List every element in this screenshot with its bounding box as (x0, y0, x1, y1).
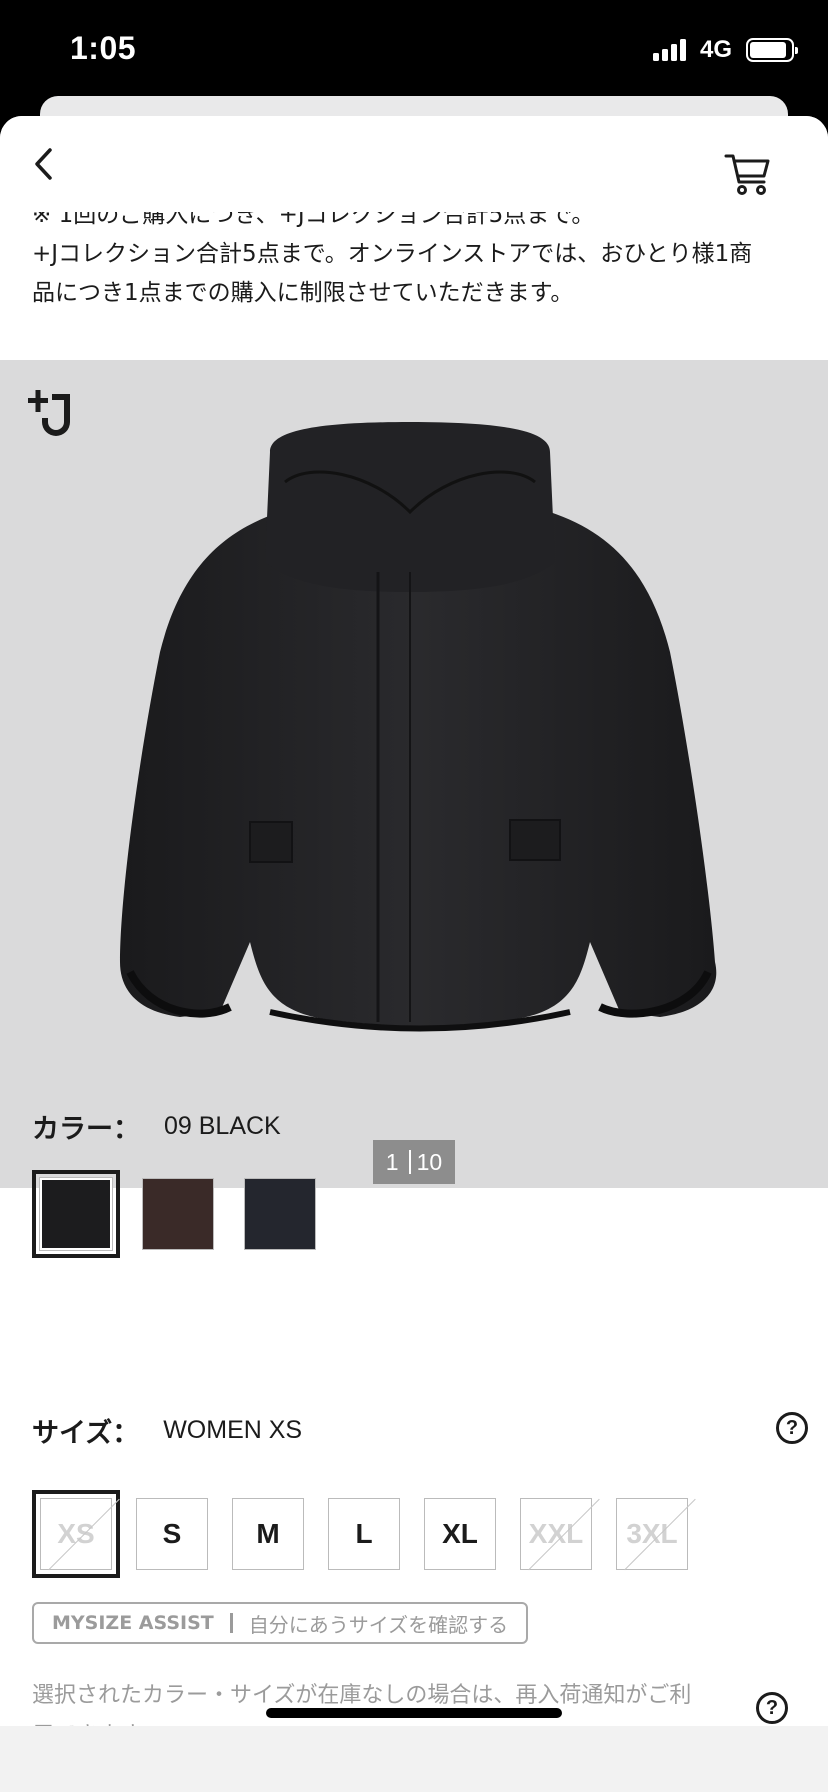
notice-line-2: 品につき1点までの購入に制限させていただきます。 (32, 280, 574, 306)
size-option-l[interactable]: L (328, 1498, 400, 1570)
network-type: 4G (699, 36, 732, 63)
notice-line-1: +Jコレクション合計5点まで。オンラインストアでは、おひとり様1商 (32, 241, 753, 267)
jacket-image (120, 422, 717, 1032)
page-current: 1 (385, 1148, 399, 1175)
top-nav (0, 116, 828, 212)
size-option-xs[interactable]: XS (40, 1498, 112, 1570)
size-option-selected-frame: XS (32, 1490, 120, 1578)
size-label: サイズ： (32, 1417, 140, 1449)
color-swatch-dark-brown[interactable] (134, 1170, 222, 1258)
cart-icon (724, 154, 770, 195)
mysize-assist-button[interactable]: MYSIZE ASSIST 自分にあうサイズを確認する (32, 1602, 528, 1644)
status-time: 1:05 (70, 30, 137, 66)
color-label: カラー： (32, 1113, 140, 1145)
size-options: XS S M L XL XXL 3XL (32, 1490, 688, 1578)
battery-icon (746, 38, 798, 62)
image-page-indicator: 1 10 (373, 1140, 455, 1184)
color-swatch-black[interactable] (32, 1170, 120, 1258)
size-option-xxl[interactable]: XXL (520, 1498, 592, 1570)
status-indicators: 4G (652, 36, 798, 64)
size-value: WOMEN XS (163, 1415, 303, 1444)
signal-icon (652, 39, 686, 61)
home-indicator-area (0, 1726, 828, 1792)
home-indicator[interactable] (266, 1708, 562, 1718)
size-option-m[interactable]: M (232, 1498, 304, 1570)
restock-help-icon[interactable]: ? (756, 1692, 788, 1724)
color-selection-header: カラー： 09 BLACK (32, 1106, 281, 1146)
size-option-xl[interactable]: XL (424, 1498, 496, 1570)
color-swatches (32, 1170, 324, 1258)
color-swatch-fill (39, 1177, 113, 1251)
size-help-icon[interactable]: ? (776, 1412, 808, 1444)
color-value: 09 BLACK (164, 1111, 281, 1140)
color-swatch-navy[interactable] (236, 1170, 324, 1258)
size-option-3xl[interactable]: 3XL (616, 1498, 688, 1570)
mysize-assist-brand: MYSIZE ASSIST (52, 1612, 214, 1634)
size-option-s[interactable]: S (136, 1498, 208, 1570)
cart-button[interactable] (724, 152, 772, 198)
size-selection-header: サイズ： WOMEN XS (32, 1410, 302, 1450)
color-swatch-fill (244, 1178, 316, 1250)
purchase-limit-notice: ※ 1回のご購入につき、+Jコレクション合計5点まで。 +Jコレクション合計5点… (32, 196, 802, 313)
chevron-left-icon (35, 148, 52, 180)
color-swatch-fill (142, 1178, 214, 1250)
page-total: 10 (416, 1148, 443, 1175)
product-image-carousel[interactable]: 1 10 (0, 360, 828, 1188)
status-bar: 1:05 4G (0, 0, 828, 96)
mysize-assist-text: 自分にあうサイズを確認する (248, 1612, 509, 1637)
back-button[interactable] (24, 142, 64, 186)
product-sheet: ※ 1回のご購入につき、+Jコレクション合計5点まで。 +Jコレクション合計5点… (0, 116, 828, 1726)
plus-j-logo (28, 390, 70, 436)
